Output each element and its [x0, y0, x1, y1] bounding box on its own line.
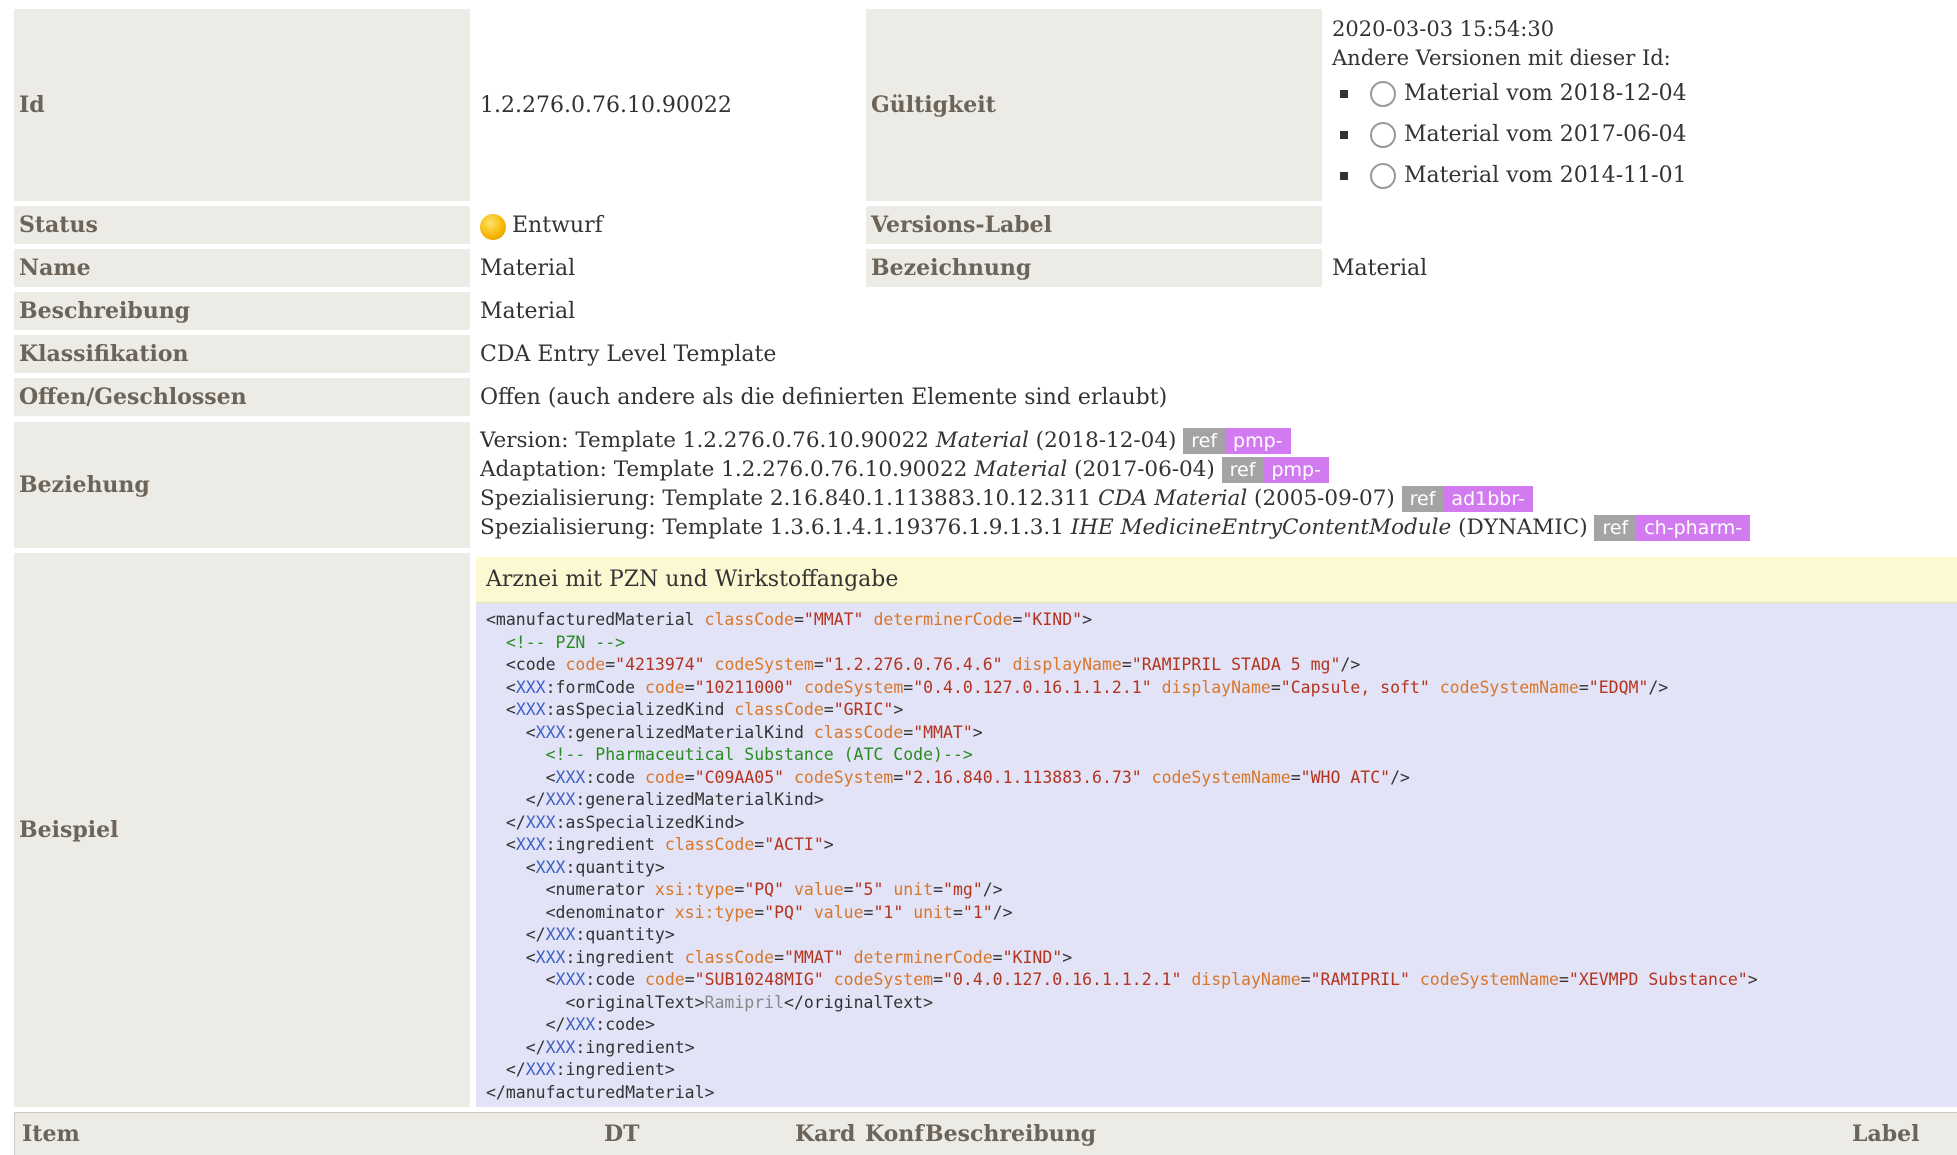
- column-header-label[interactable]: Label: [1852, 1114, 1919, 1154]
- code-line: <denominator xsi:type="PQ" value="1" uni…: [486, 902, 1013, 922]
- code-line: <XXX:code code="SUB10248MIG" codeSystem=…: [486, 970, 1758, 989]
- bullet-icon: [1340, 171, 1348, 180]
- relationship-value: Version: Template 1.2.276.0.76.10.90022 …: [470, 426, 1950, 546]
- status-text: Entwurf: [512, 212, 603, 238]
- code-line: </XXX:quantity>: [486, 925, 675, 944]
- code-line: </XXX:ingredient>: [486, 1060, 675, 1079]
- code-line: <XXX:ingredient classCode="ACTI">: [486, 835, 834, 854]
- column-header-konf[interactable]: Konf: [865, 1114, 924, 1154]
- other-versions-label: Andere Versionen mit dieser Id:: [1332, 46, 1671, 70]
- code-line: </XXX:code>: [486, 1015, 655, 1034]
- id-value: 1.2.276.0.76.10.90022: [480, 92, 732, 118]
- code-line: <XXX:quantity>: [486, 857, 665, 877]
- column-header-kard[interactable]: Kard: [795, 1114, 855, 1154]
- validity-date: 2020-03-03 15:54:30: [1332, 17, 1555, 41]
- relationship-item: Spezialisierung: Template 1.3.6.1.4.1.19…: [480, 513, 1950, 542]
- code-line: <numerator xsi:type="PQ" value="5" unit=…: [486, 880, 1003, 899]
- version-item-label: Material vom 2017-06-04: [1404, 122, 1687, 147]
- code-line: <XXX:code code="C09AA05" codeSystem="2.1…: [486, 767, 1410, 787]
- version-label-label: Versions-Label: [866, 206, 1322, 244]
- name-value: Material: [480, 255, 576, 281]
- open-closed-label: Offen/Geschlossen: [14, 378, 470, 416]
- code-line: <XXX:formCode code="10211000" codeSystem…: [486, 677, 1669, 697]
- classification-value: CDA Entry Level Template: [480, 341, 777, 367]
- description-value: Material: [480, 298, 576, 324]
- relationship-item: Adaptation: Template 1.2.276.0.76.10.900…: [480, 455, 1950, 484]
- id-label: Id: [14, 9, 470, 201]
- version-item[interactable]: Material vom 2018-12-04: [1332, 73, 1942, 114]
- relationship-label: Beziehung: [14, 422, 470, 548]
- code-line: <manufacturedMaterial classCode="MMAT" d…: [486, 610, 1092, 629]
- code-line: <!-- Pharmaceutical Substance (ATC Code)…: [545, 745, 973, 764]
- status-value: Entwurf: [470, 206, 866, 244]
- version-label-value: [1322, 206, 1942, 244]
- open-closed-value: Offen (auch andere als die definierten E…: [480, 384, 1168, 410]
- column-header-item[interactable]: Item: [22, 1114, 80, 1154]
- ref-link[interactable]: ref ad1bbr-: [1401, 486, 1533, 512]
- example-label: Beispiel: [14, 553, 470, 1107]
- ref-link[interactable]: ref pmp-: [1183, 428, 1291, 454]
- status-draft-icon: [480, 214, 506, 240]
- validity-value: 2020-03-03 15:54:30 Andere Versionen mit…: [1322, 9, 1942, 201]
- designation-label: Bezeichnung: [866, 249, 1322, 287]
- relationship-item: Version: Template 1.2.276.0.76.10.90022 …: [480, 426, 1950, 455]
- example-title: Arznei mit PZN und Wirkstoffangabe: [476, 557, 1957, 603]
- bullet-icon: [1340, 89, 1348, 98]
- code-line: <XXX:generalizedMaterialKind classCode="…: [486, 722, 983, 742]
- radio-button[interactable]: [1370, 80, 1396, 107]
- version-item[interactable]: Material vom 2017-06-04: [1332, 114, 1942, 155]
- code-line: </XXX:ingredient>: [486, 1037, 695, 1057]
- code-line: </manufacturedMaterial>: [486, 1082, 715, 1102]
- radio-button[interactable]: [1370, 162, 1396, 189]
- relationship-item: Spezialisierung: Template 2.16.840.1.113…: [480, 484, 1950, 513]
- version-item[interactable]: Material vom 2014-11-01: [1332, 155, 1942, 196]
- column-header-dt[interactable]: DT: [604, 1114, 639, 1154]
- code-line: <code code="4213974" codeSystem="1.2.276…: [486, 655, 1361, 674]
- code-line: <!-- PZN -->: [505, 632, 626, 652]
- code-line: </XXX:generalizedMaterialKind>: [486, 790, 824, 809]
- description-label: Beschreibung: [14, 292, 470, 330]
- ref-link[interactable]: ref pmp-: [1221, 457, 1329, 483]
- code-line: <XXX:asSpecializedKind classCode="GRIC">: [486, 700, 904, 719]
- version-item-label: Material vom 2018-12-04: [1404, 81, 1687, 106]
- validity-label: Gültigkeit: [866, 9, 1322, 201]
- code-line: <XXX:ingredient classCode="MMAT" determi…: [486, 947, 1073, 967]
- column-header-beschreibung[interactable]: Beschreibung: [925, 1114, 1096, 1154]
- code-line: <originalText>Ramipril</originalText>: [486, 992, 934, 1012]
- status-label: Status: [14, 206, 470, 244]
- bullet-icon: [1340, 130, 1348, 139]
- code-line: </XXX:asSpecializedKind>: [486, 812, 745, 832]
- version-item-label: Material vom 2014-11-01: [1404, 163, 1687, 188]
- example-code-block: <manufacturedMaterial classCode="MMAT" d…: [476, 603, 1957, 1107]
- classification-label: Klassifikation: [14, 335, 470, 373]
- designation-value: Material: [1332, 255, 1428, 281]
- ref-link[interactable]: ref ch-pharm-: [1594, 515, 1751, 541]
- radio-button[interactable]: [1370, 121, 1396, 148]
- name-label: Name: [14, 249, 470, 287]
